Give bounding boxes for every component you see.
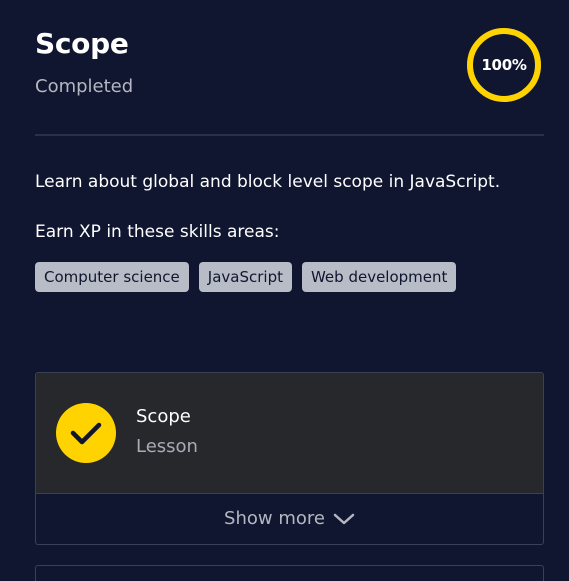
check-icon	[56, 403, 116, 463]
skill-tag-computer-science[interactable]: Computer science	[35, 262, 189, 292]
skills-heading: Earn XP in these skills areas:	[35, 222, 280, 242]
page-title: Scope	[35, 27, 129, 60]
module-description: Learn about global and block level scope…	[35, 172, 501, 192]
next-card	[35, 565, 544, 581]
progress-percent: 100%	[481, 56, 527, 74]
skill-tag-javascript[interactable]: JavaScript	[198, 262, 292, 292]
completion-status: Completed	[35, 76, 134, 97]
lesson-card: Scope Lesson Show more	[35, 372, 544, 545]
lesson-card-header[interactable]: Scope Lesson	[36, 373, 543, 494]
show-more-button[interactable]: Show more	[36, 494, 543, 544]
show-more-label: Show more	[224, 508, 325, 529]
skill-tag-web-development[interactable]: Web development	[301, 262, 457, 292]
lesson-title[interactable]: Scope	[136, 406, 191, 428]
page: Scope Completed 100% Learn about global …	[0, 0, 569, 581]
progress-ring: 100%	[465, 26, 543, 104]
skill-tags: Computer science JavaScript Web developm…	[35, 262, 457, 292]
lesson-type: Lesson	[136, 436, 198, 457]
header-divider	[35, 134, 544, 136]
chevron-down-icon	[333, 513, 355, 525]
